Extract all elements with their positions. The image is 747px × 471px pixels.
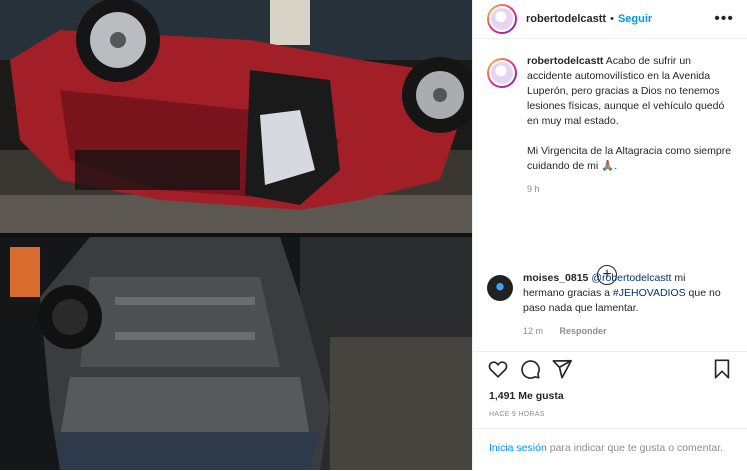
action-bar <box>473 354 747 384</box>
heart-icon[interactable] <box>487 358 509 380</box>
comment-mention[interactable]: @robertodelcastt <box>591 272 671 284</box>
comment-meta: 12 m Responder <box>523 324 728 339</box>
login-link[interactable]: Inicia sesión <box>489 442 547 454</box>
caption-text-2: Mi Virgencita de la Altagracia como siem… <box>527 145 732 172</box>
commenter-avatar[interactable] <box>487 275 513 301</box>
more-options-icon[interactable]: ••• <box>714 10 734 28</box>
caption-username[interactable]: robertodelcastt <box>527 55 603 67</box>
reply-button[interactable]: Responder <box>560 326 607 336</box>
post-date[interactable]: HACE 9 HORAS <box>489 411 545 418</box>
comment-hashtag[interactable]: #JEHOVADIOS <box>613 287 686 299</box>
comments-list[interactable]: robertodelcastt Acabo de sufrir un accid… <box>473 46 747 352</box>
instagram-post: robertodelcastt • Seguir ••• robertodelc… <box>0 0 747 470</box>
comment-icon[interactable] <box>519 358 541 380</box>
post-side-panel: robertodelcastt • Seguir ••• robertodelc… <box>472 0 747 470</box>
login-text: para indicar que te gusta o comentar. <box>546 442 724 454</box>
post-header: robertodelcastt • Seguir ••• <box>473 0 747 39</box>
post-media[interactable] <box>0 0 472 470</box>
photo-overturned-car-underside <box>0 237 472 470</box>
bookmark-icon[interactable] <box>711 358 733 380</box>
likes-count[interactable]: 1,491 Me gusta <box>489 390 564 402</box>
login-prompt-text: Inicia sesión para indicar que te gusta … <box>489 441 732 456</box>
photo-overturned-car-side <box>0 0 472 233</box>
caption: robertodelcastt Acabo de sufrir un accid… <box>473 46 747 197</box>
header-separator: • <box>610 13 614 25</box>
caption-time[interactable]: 9 h <box>527 184 540 194</box>
comment-username[interactable]: moises_0815 <box>523 272 588 284</box>
comment-body: moises_0815 @robertodelcastt mi hermano … <box>523 271 728 339</box>
comment-time[interactable]: 12 m <box>523 326 543 336</box>
caption-body: robertodelcastt Acabo de sufrir un accid… <box>527 54 732 197</box>
author-avatar[interactable] <box>487 4 517 34</box>
caption-meta: 9 h <box>527 182 732 197</box>
author-username[interactable]: robertodelcastt <box>526 13 606 25</box>
share-icon[interactable] <box>551 358 573 380</box>
comment-item: moises_0815 @robertodelcastt mi hermano … <box>473 263 742 339</box>
follow-button[interactable]: Seguir <box>618 13 652 25</box>
caption-avatar[interactable] <box>487 58 517 88</box>
login-prompt: Inicia sesión para indicar que te gusta … <box>473 428 747 471</box>
